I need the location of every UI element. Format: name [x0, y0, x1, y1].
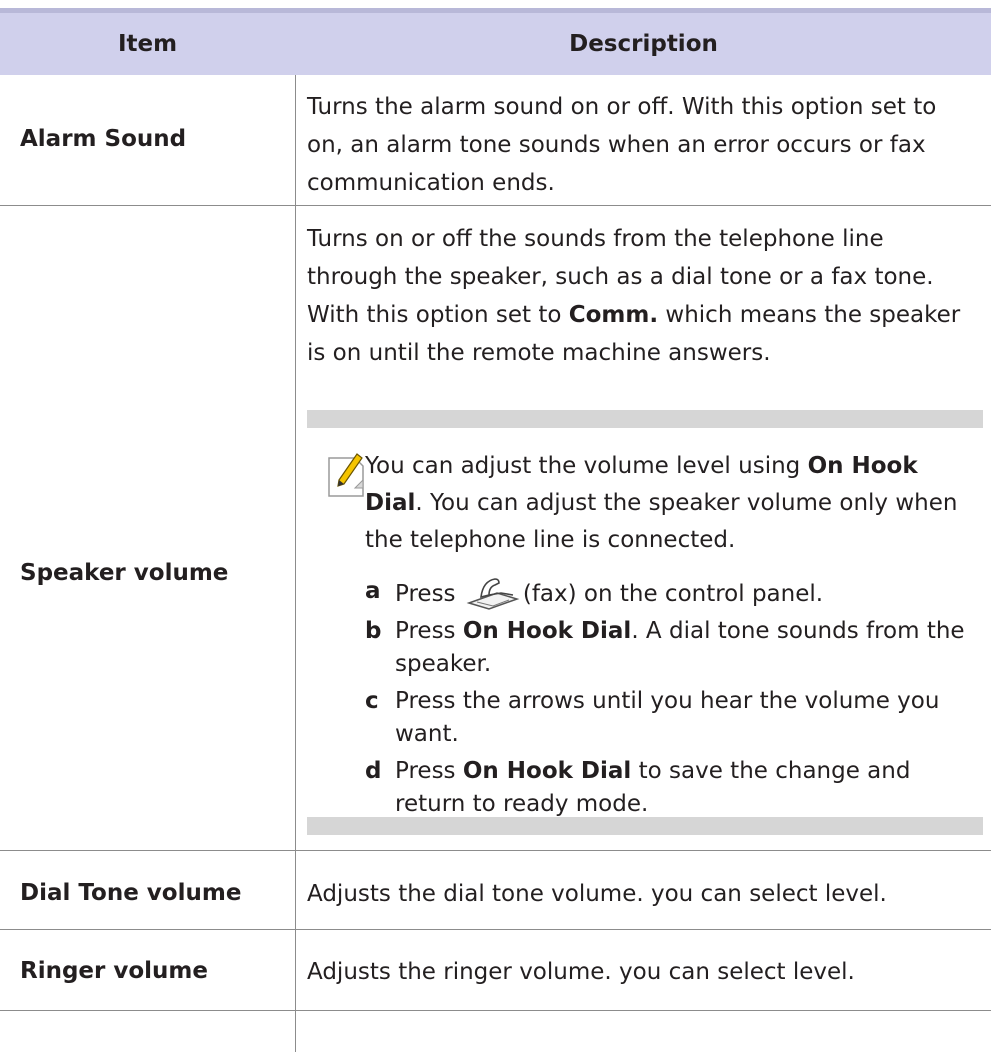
step-letter: d: [365, 758, 382, 784]
fax-phone-icon: [466, 578, 520, 610]
note-text: . You can adjust the speaker volume only…: [365, 490, 958, 553]
note-box: You can adjust the volume level using On…: [307, 410, 983, 835]
note-body: You can adjust the volume level using On…: [365, 448, 965, 821]
row-desc-dial-tone-volume: Adjusts the dial tone volume. you can se…: [307, 881, 887, 907]
row-divider: [0, 929, 991, 930]
step-letter: b: [365, 618, 382, 644]
row-divider: [0, 205, 991, 206]
column-divider: [295, 75, 296, 1052]
step-c: c Press the arrows until you hear the vo…: [365, 685, 965, 751]
header-description: Description: [569, 31, 718, 57]
note-text: You can adjust the volume level using: [365, 453, 808, 479]
step-d: d Press On Hook Dial to save the change …: [365, 755, 965, 821]
header-item: Item: [117, 31, 178, 57]
row-divider: [0, 1010, 991, 1011]
step-bold: On Hook Dial: [462, 758, 632, 784]
row-desc-ringer-volume: Adjusts the ringer volume. you can selec…: [307, 959, 855, 985]
table-header: Item Description: [0, 13, 991, 75]
step-letter: c: [365, 688, 379, 714]
step-bold: On Hook Dial: [462, 618, 632, 644]
row-item-speaker-volume: Speaker volume: [20, 560, 229, 586]
step-text: Press: [395, 758, 463, 784]
step-b: b Press On Hook Dial. A dial tone sounds…: [365, 615, 965, 681]
step-text: Press the arrows until you hear the volu…: [395, 688, 940, 747]
step-text: Press: [395, 581, 463, 607]
row-desc-alarm-sound: Turns the alarm sound on or off. With th…: [307, 94, 937, 196]
step-letter: a: [365, 578, 381, 604]
step-a: a Press (fax) on the control panel.: [365, 575, 965, 611]
row-item-ringer-volume: Ringer volume: [20, 958, 208, 984]
row-item-alarm-sound: Alarm Sound: [20, 126, 187, 152]
row-desc-speaker-volume: Turns on or off the sounds from the tele…: [307, 220, 977, 372]
step-text: (fax) on the control panel.: [522, 581, 824, 607]
note-intro: You can adjust the volume level using On…: [365, 448, 965, 559]
settings-table: Item Description Alarm Sound Turns the a…: [0, 0, 991, 1052]
desc-bold-comm: Comm.: [568, 302, 659, 328]
note-pencil-icon: [328, 453, 364, 497]
row-item-dial-tone-volume: Dial Tone volume: [20, 880, 242, 906]
step-text: Press: [395, 618, 463, 644]
row-divider: [0, 850, 991, 851]
